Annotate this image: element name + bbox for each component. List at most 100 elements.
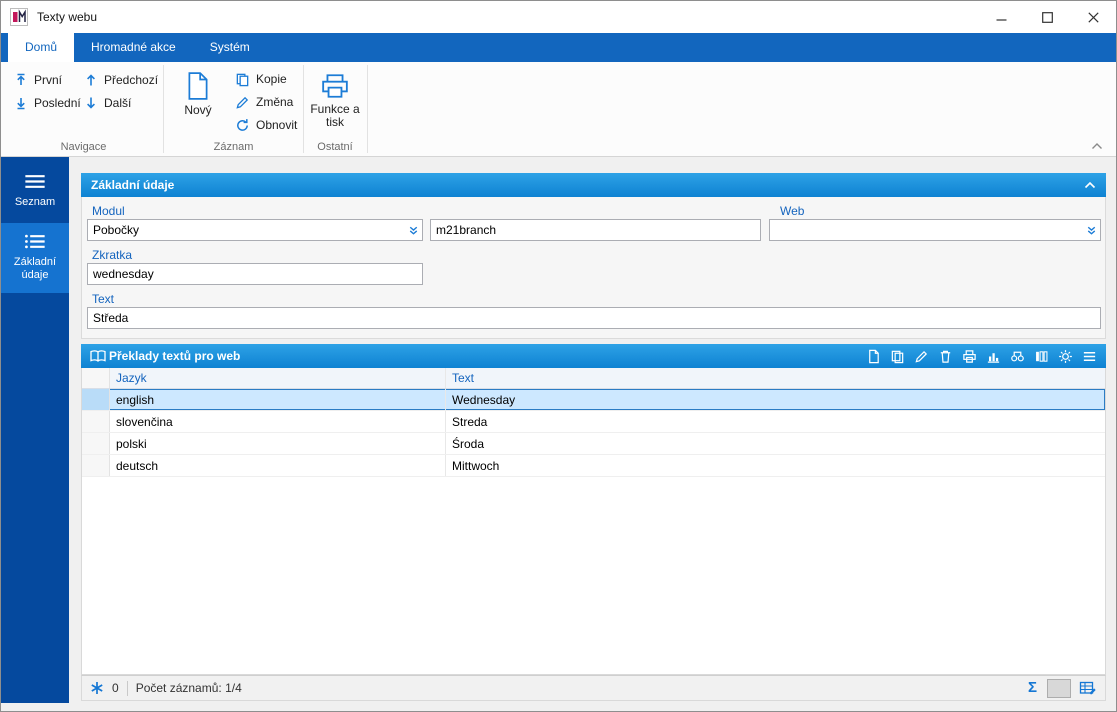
- first-button[interactable]: První: [11, 70, 65, 90]
- modul-label: Modul: [92, 204, 125, 218]
- collapse-panel-button[interactable]: [1082, 177, 1098, 193]
- grid-empty-area: [82, 477, 1105, 674]
- app-window: Texty webu Domů Hromadné akce Systém Prv…: [0, 0, 1117, 712]
- menu-button[interactable]: [1081, 348, 1098, 365]
- previous-label: Předchozí: [104, 73, 159, 87]
- table-row[interactable]: english Wednesday: [82, 389, 1105, 411]
- app-icon: [10, 8, 28, 26]
- new-button[interactable]: Nový: [176, 67, 220, 137]
- copy-record-button[interactable]: [889, 348, 906, 365]
- modul-combobox[interactable]: [87, 219, 423, 241]
- columns-button[interactable]: [1033, 348, 1050, 365]
- ribbon-group-zaznam: Nový Kopie Změna Obnovit Záznam: [164, 62, 303, 156]
- tab-domu[interactable]: Domů: [8, 33, 75, 62]
- filter-count: 0: [112, 681, 119, 695]
- window-controls: [978, 1, 1116, 33]
- selector-column-header: [82, 368, 110, 388]
- delete-record-button[interactable]: [937, 348, 954, 365]
- change-button[interactable]: Změna: [232, 92, 296, 112]
- new-label: Nový: [184, 103, 212, 117]
- search-button[interactable]: [1009, 348, 1026, 365]
- refresh-button[interactable]: Obnovit: [232, 115, 300, 135]
- status-separator: [126, 680, 128, 696]
- translations-grid: Jazyk Text english Wednesday slovenčina …: [81, 368, 1106, 675]
- tab-hromadne-akce[interactable]: Hromadné akce: [74, 33, 193, 62]
- modul-combobox-input[interactable]: [88, 220, 404, 240]
- binoculars-icon: [1011, 351, 1024, 361]
- basic-data-panel-header: Základní údaje: [81, 173, 1106, 197]
- close-icon: [1087, 11, 1099, 23]
- basic-data-panel-body: Modul Web Zkratka Text: [81, 197, 1106, 339]
- new-record-button[interactable]: [865, 348, 882, 365]
- row-selector[interactable]: [82, 455, 110, 476]
- filter-asterisk-icon[interactable]: [90, 681, 104, 695]
- grid-status-bar: 0 Počet záznamů: 1/4 Σ: [81, 675, 1106, 701]
- ribbon-tab-strip: Domů Hromadné akce Systém: [1, 33, 1116, 62]
- table-row[interactable]: polski Środa: [82, 433, 1105, 455]
- close-button[interactable]: [1070, 1, 1116, 33]
- list-icon: [25, 175, 45, 188]
- table-row[interactable]: slovenčina Streda: [82, 411, 1105, 433]
- maximize-button[interactable]: [1024, 1, 1070, 33]
- ribbon-collapse-button[interactable]: [1090, 140, 1104, 152]
- printer-icon: [963, 349, 976, 363]
- next-button[interactable]: Další: [81, 93, 134, 113]
- sidebar-item-label: Základní údaje: [13, 256, 57, 281]
- dropdown-chevron-icon[interactable]: [404, 220, 422, 240]
- table-row[interactable]: deutsch Mittwoch: [82, 455, 1105, 477]
- new-document-icon: [869, 349, 879, 363]
- change-label: Změna: [256, 95, 294, 109]
- sum-button[interactable]: Σ: [1026, 679, 1039, 697]
- zkratka-field[interactable]: [87, 263, 423, 285]
- ribbon: První Poslední Předchozí Další Navigace: [1, 62, 1116, 157]
- sidebar-item-seznam[interactable]: Seznam: [1, 163, 69, 221]
- trash-icon: [940, 350, 951, 363]
- first-label: První: [34, 73, 63, 87]
- row-selector[interactable]: [82, 389, 110, 410]
- window-title: Texty webu: [37, 10, 98, 24]
- refresh-icon: [237, 118, 248, 131]
- hamburger-icon: [1083, 351, 1096, 361]
- sidebar-item-zakladni-udaje[interactable]: Základní údaje: [1, 223, 69, 293]
- minimize-button[interactable]: [978, 1, 1024, 33]
- status-gray-button[interactable]: [1047, 678, 1071, 698]
- previous-button[interactable]: Předchozí: [81, 70, 161, 90]
- copy-button[interactable]: Kopie: [232, 69, 290, 89]
- web-combobox-input[interactable]: [770, 220, 1082, 240]
- code-field[interactable]: [430, 219, 761, 241]
- settings-button[interactable]: [1057, 348, 1074, 365]
- column-header-text[interactable]: Text: [446, 368, 1105, 388]
- copy-icon: [236, 73, 249, 86]
- pencil-icon: [915, 350, 928, 363]
- column-header-jazyk[interactable]: Jazyk: [110, 368, 446, 388]
- last-button[interactable]: Poslední: [11, 93, 84, 113]
- chevron-up-icon: [1092, 143, 1102, 149]
- tab-system[interactable]: Systém: [193, 33, 267, 62]
- row-selector[interactable]: [82, 433, 110, 454]
- chart-button[interactable]: [985, 348, 1002, 365]
- sidebar: Seznam Základní údaje: [1, 157, 69, 703]
- cell-text: Mittwoch: [452, 458, 500, 473]
- text-field[interactable]: [87, 307, 1101, 329]
- columns-icon: [1036, 350, 1048, 362]
- pencil-icon: [236, 96, 249, 109]
- grid-settings-icon[interactable]: [1079, 680, 1097, 696]
- sidebar-item-label: Seznam: [14, 196, 56, 208]
- record-count: Počet záznamů: 1/4: [135, 681, 242, 695]
- grid-header-row: Jazyk Text: [82, 368, 1105, 389]
- zkratka-label: Zkratka: [92, 248, 133, 262]
- functions-print-button[interactable]: Funkce a tisk: [307, 67, 363, 137]
- functions-print-label: Funkce a tisk: [310, 102, 360, 129]
- arrow-first-icon: [17, 73, 25, 85]
- print-button[interactable]: [961, 348, 978, 365]
- translations-panel: Překlady textů pro web Jazyk Text englis…: [81, 344, 1106, 701]
- copy-icon: [891, 350, 904, 363]
- panel-title: Základní údaje: [91, 178, 175, 192]
- row-selector[interactable]: [82, 411, 110, 432]
- new-document-icon: [188, 72, 208, 100]
- edit-record-button[interactable]: [913, 348, 930, 365]
- title-bar: Texty webu: [1, 1, 1116, 33]
- web-combobox[interactable]: [769, 219, 1101, 241]
- dropdown-chevron-icon[interactable]: [1082, 220, 1100, 240]
- refresh-label: Obnovit: [256, 118, 298, 132]
